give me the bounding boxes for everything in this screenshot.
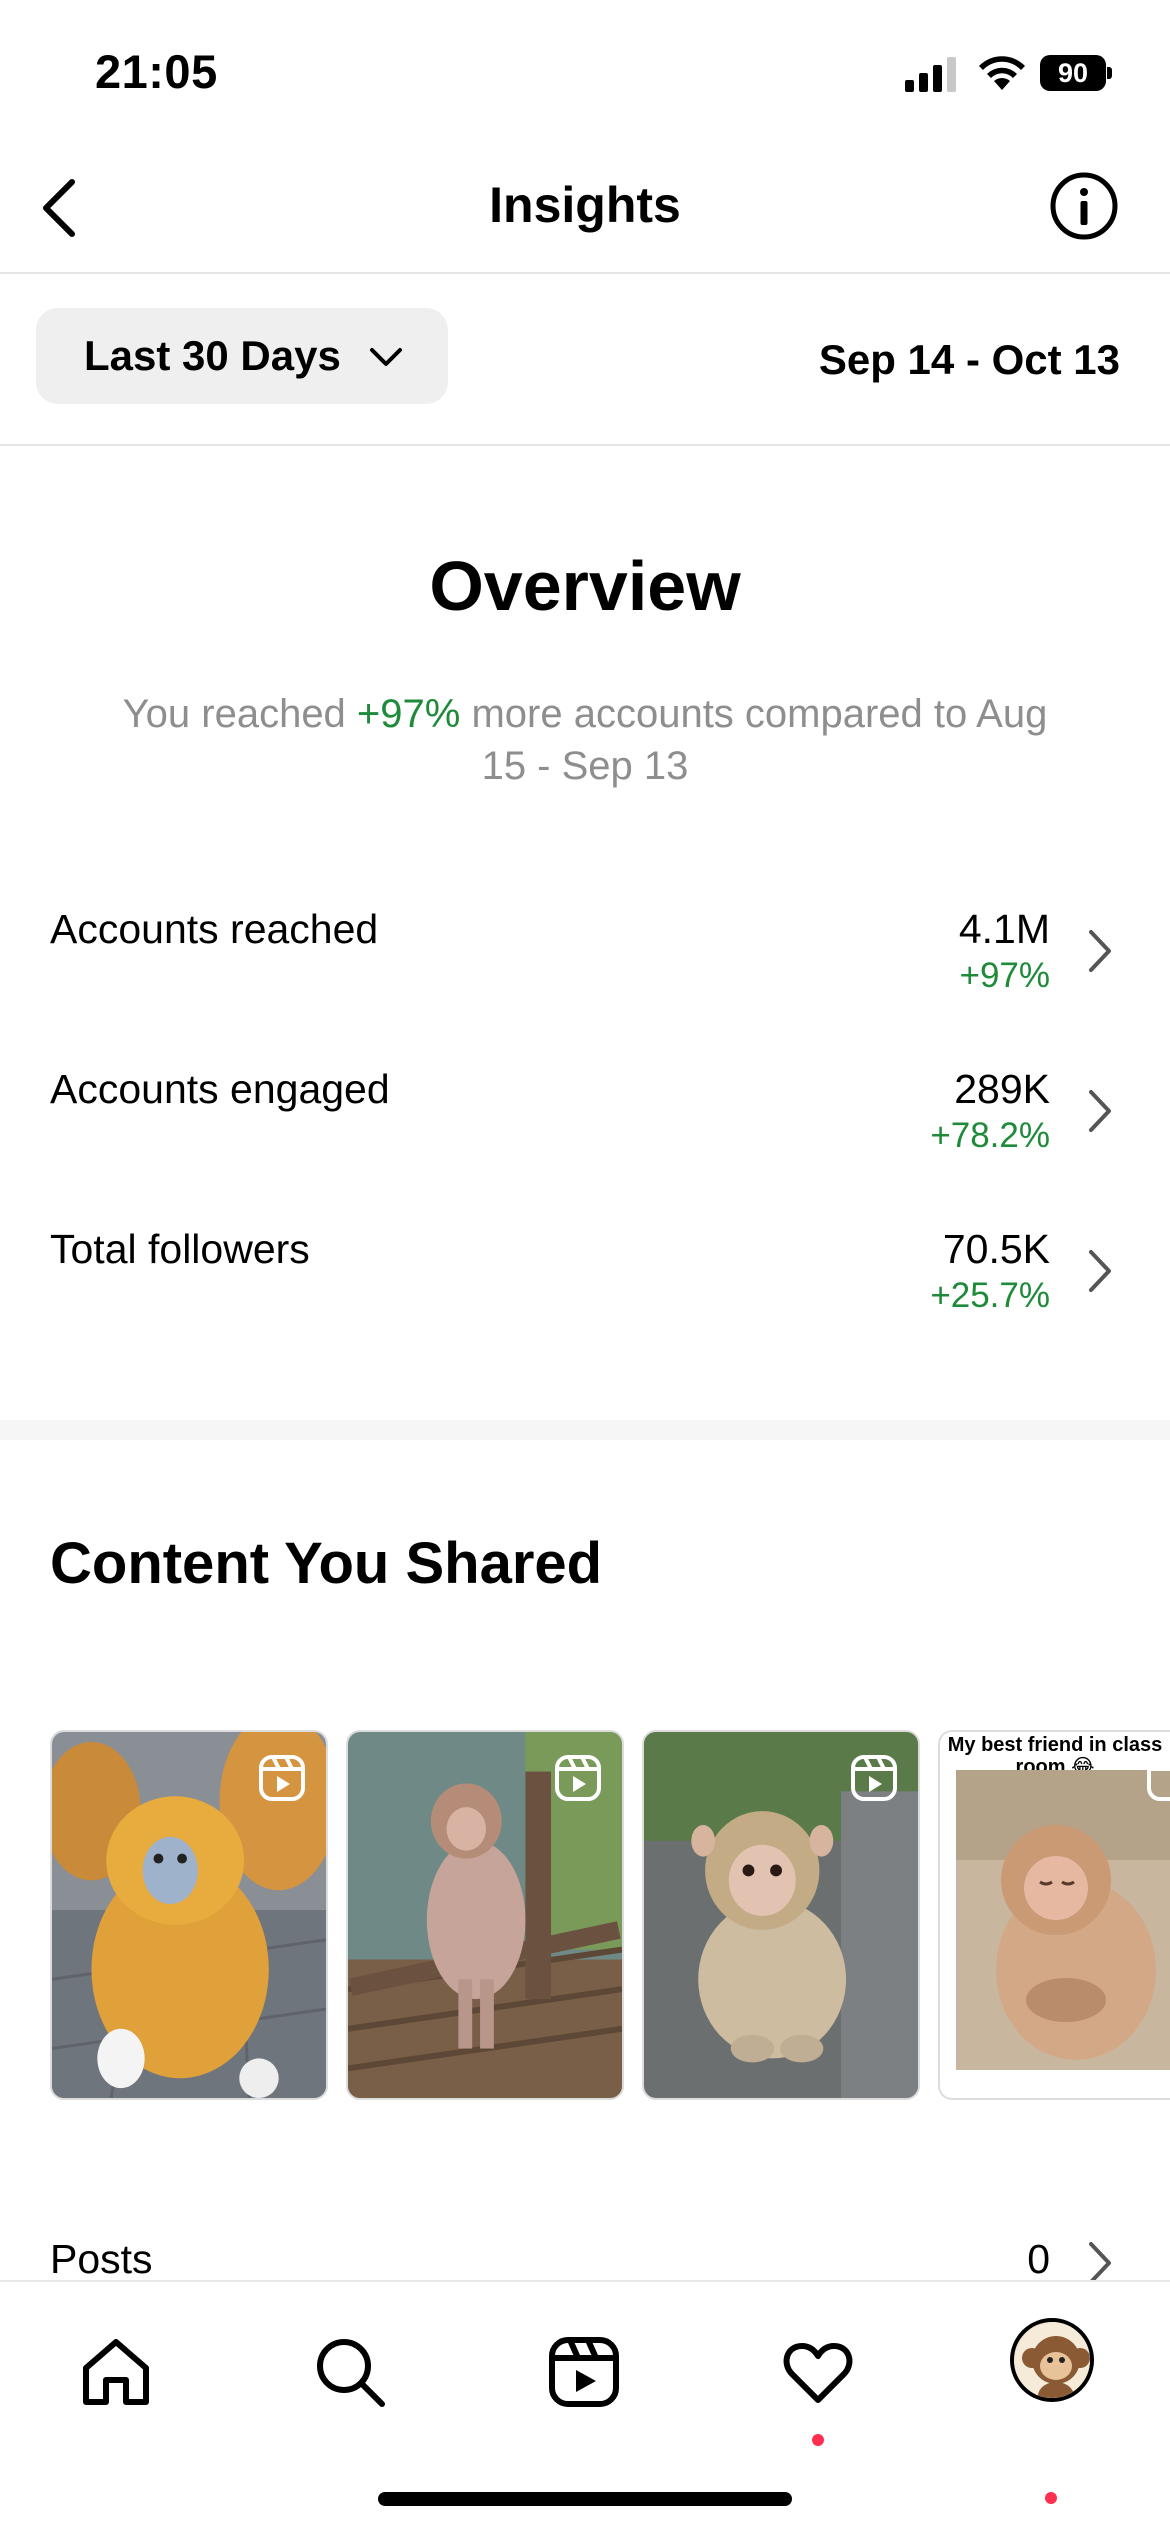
- reels-icon: [259, 1755, 305, 1801]
- chevron-down-icon: [370, 348, 402, 366]
- overview-description: You reached +97% more accounts compared …: [100, 688, 1070, 792]
- chevron-right-icon: [1089, 1250, 1111, 1292]
- overview-desc-highlight: +97%: [356, 692, 461, 736]
- content-thumbnail[interactable]: [346, 1730, 624, 2100]
- date-range-text: Sep 14 - Oct 13: [818, 336, 1120, 383]
- battery-icon: 90: [1040, 55, 1112, 91]
- reels-icon: [851, 1755, 897, 1801]
- cellular-signal-icon: [905, 57, 956, 92]
- metric-value: 289K: [954, 1066, 1050, 1112]
- reels-icon: [549, 2337, 619, 2407]
- monkey-avatar-icon: [1014, 2322, 1090, 2398]
- tab-reels[interactable]: [534, 2322, 634, 2422]
- battery-level: 90: [1040, 55, 1106, 91]
- posts-label: Posts: [50, 2236, 153, 2282]
- content-thumbnail[interactable]: My best friend in class room 😂: [938, 1730, 1170, 2100]
- date-range-dropdown-label: Last 30 Days: [84, 332, 341, 379]
- metric-row-accounts-reached[interactable]: Accounts reached 4.1M +97%: [0, 906, 1170, 1056]
- metric-label: Total followers: [50, 1226, 310, 1272]
- info-icon[interactable]: [1048, 170, 1120, 242]
- reels-icon: [555, 1755, 601, 1801]
- chevron-right-icon: [1089, 930, 1111, 972]
- tab-home[interactable]: [66, 2322, 166, 2422]
- heart-icon: [783, 2343, 853, 2403]
- page-title: Insights: [489, 177, 681, 233]
- content-shared-title: Content You Shared: [50, 1531, 603, 1596]
- metric-row-total-followers[interactable]: Total followers 70.5K +25.7%: [0, 1226, 1170, 1376]
- filter-row: Last 30 Days Sep 14 - Oct 13: [0, 276, 1170, 446]
- metric-change: +97%: [959, 956, 1051, 995]
- sleepy-monkey-image: [956, 1770, 1170, 2070]
- profile-avatar[interactable]: [1010, 2318, 1094, 2402]
- tab-search[interactable]: [300, 2322, 400, 2422]
- overview-desc-suffix: more accounts compared to Aug 15 - Sep 1…: [460, 692, 1048, 788]
- home-indicator: [378, 2492, 792, 2506]
- search-icon: [317, 2339, 385, 2407]
- tab-activity[interactable]: [768, 2322, 868, 2446]
- reels-icon: [1147, 1755, 1170, 1801]
- content-thumbnail[interactable]: [642, 1730, 920, 2100]
- metric-label: Accounts reached: [50, 906, 379, 952]
- posts-count: 0: [1027, 2236, 1050, 2282]
- metric-change: +25.7%: [930, 1276, 1050, 1315]
- status-time: 21:05: [95, 45, 218, 98]
- status-bar: 21:05 90: [0, 0, 1170, 140]
- wifi-icon: [979, 56, 1025, 90]
- section-divider: [0, 1420, 1170, 1440]
- activity-notification-dot: [812, 2434, 824, 2446]
- date-range-dropdown[interactable]: Last 30 Days: [36, 308, 448, 404]
- metric-label: Accounts engaged: [50, 1066, 390, 1112]
- overview-desc-prefix: You reached: [122, 692, 357, 736]
- metric-row-accounts-engaged[interactable]: Accounts engaged 289K +78.2%: [0, 1066, 1170, 1216]
- nav-header: Insights: [0, 140, 1170, 274]
- overview-title: Overview: [429, 547, 741, 625]
- content-thumbnail[interactable]: [50, 1730, 328, 2100]
- metric-change: +78.2%: [930, 1116, 1050, 1155]
- profile-notification-dot: [1045, 2492, 1057, 2504]
- chevron-right-icon: [1089, 1090, 1111, 1132]
- home-icon: [83, 2339, 149, 2405]
- metric-value: 4.1M: [958, 906, 1050, 952]
- metric-value: 70.5K: [942, 1226, 1050, 1272]
